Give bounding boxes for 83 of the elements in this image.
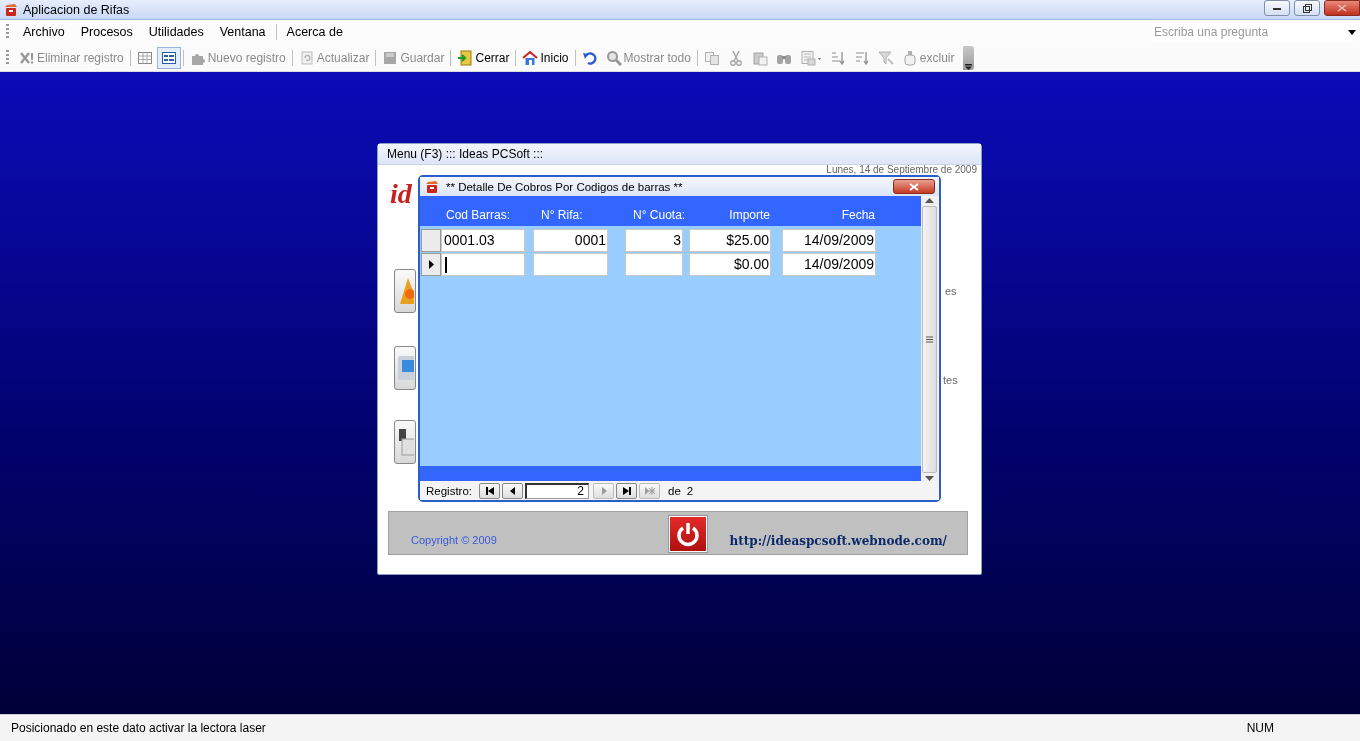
magnifier-icon: [605, 49, 622, 66]
table-cell[interactable]: $25.00: [689, 228, 771, 252]
sort-ascending-icon: [829, 49, 846, 66]
app-icon: [424, 178, 440, 195]
app-icon: [3, 1, 19, 18]
form-icon: [160, 49, 177, 66]
close-button[interactable]: [1324, 0, 1360, 16]
grip-icon: [926, 336, 933, 343]
previous-record-button[interactable]: [502, 482, 524, 499]
table-cell[interactable]: 14/09/2009: [782, 228, 876, 252]
menu-item[interactable]: Ventana: [211, 23, 274, 41]
sort-descending-icon: [853, 49, 870, 66]
minimize-button[interactable]: [1264, 0, 1290, 16]
menu-option-label: tes: [943, 374, 958, 386]
close-icon: [1337, 4, 1347, 12]
table-cell[interactable]: 0001: [533, 228, 608, 252]
scrollbar[interactable]: [921, 198, 938, 481]
refresh-icon: [298, 49, 315, 66]
menu-item[interactable]: Acerca de: [278, 23, 351, 41]
first-record-icon: [484, 485, 495, 496]
record-selector[interactable]: [421, 252, 441, 276]
table-cell[interactable]: [441, 252, 525, 276]
column-header: Cod Barras:: [445, 208, 512, 222]
filter-icon: [877, 49, 894, 66]
chevron-icon: [964, 63, 972, 70]
picture-icon: [396, 353, 414, 383]
column-header: N° Rifa:: [540, 208, 584, 222]
last-record-icon: [621, 485, 632, 496]
table-cell[interactable]: $0.00: [689, 252, 771, 276]
first-record-button[interactable]: [479, 482, 501, 499]
overflow-button[interactable]: [962, 45, 974, 70]
power-button[interactable]: [669, 516, 707, 552]
last-record-button[interactable]: [616, 482, 638, 499]
status-indicator: NUM: [1246, 721, 1274, 735]
status-message: Posicionado en este dato activar la lectora laser: [11, 721, 266, 735]
toolbar-button[interactable]: Inicio: [518, 46, 573, 69]
record-number-field[interactable]: 2: [525, 482, 590, 499]
menu-icon-button[interactable]: [394, 420, 416, 464]
power-icon: [675, 521, 701, 547]
record-count-label: de: [668, 484, 681, 497]
menu-option-label: es: [945, 285, 957, 297]
bottle-icon: [901, 49, 918, 66]
house-icon: [522, 49, 539, 66]
copyright-text: Copyright © 2009: [411, 534, 497, 546]
menu-item[interactable]: Procesos: [72, 23, 141, 41]
scroll-up-icon: [925, 198, 934, 203]
column-header: Importe: [728, 208, 771, 222]
new-record-icon: [644, 485, 655, 496]
door-icon: [457, 49, 474, 66]
record-total: 2: [686, 484, 694, 497]
document-icon: [799, 49, 822, 66]
column-header: Fecha: [840, 208, 876, 222]
restore-icon: [1302, 3, 1312, 13]
scissors-icon: [727, 49, 744, 66]
table-icon: [136, 49, 153, 66]
current-record-icon: [428, 259, 434, 269]
menu-item[interactable]: Archivo: [15, 23, 73, 41]
window-title: Aplicacion de Rifas: [23, 2, 130, 17]
dropdown-arrow-icon: [1348, 29, 1356, 35]
logo: id: [390, 179, 412, 209]
table-cell[interactable]: 0001.03: [441, 228, 525, 252]
record-label: Registro:: [426, 484, 473, 497]
table-cell[interactable]: [533, 252, 608, 276]
minimize-icon: [1272, 5, 1282, 11]
column-header: N° Cuota:: [632, 208, 684, 222]
restore-button[interactable]: [1294, 0, 1320, 16]
undo-icon: [581, 49, 598, 66]
close-button[interactable]: [893, 179, 935, 194]
picture-icon: [396, 427, 414, 457]
menu-item[interactable]: Utilidades: [140, 23, 212, 41]
table-cell[interactable]: 3: [625, 228, 683, 252]
table-cell[interactable]: [625, 252, 683, 276]
window-title: Menu (F3) ::: Ideas PCSoft :::: [378, 144, 981, 165]
text-cursor: [445, 256, 447, 273]
toolbar-button[interactable]: Cerrar: [453, 46, 514, 69]
table-cell[interactable]: 14/09/2009: [782, 252, 876, 276]
paste-icon: [751, 49, 768, 66]
date-label: Lunes, 14 de Septiembre de 2009: [826, 165, 977, 175]
website-link[interactable]: http://ideaspcsoft.webnode.com/: [729, 534, 947, 548]
dialog-title: ** Detalle De Cobros Por Codigos de barras **: [446, 180, 683, 193]
copy-icon: [703, 49, 720, 66]
close-icon: [909, 182, 919, 191]
toolbar-icon-button[interactable]: [156, 46, 181, 69]
